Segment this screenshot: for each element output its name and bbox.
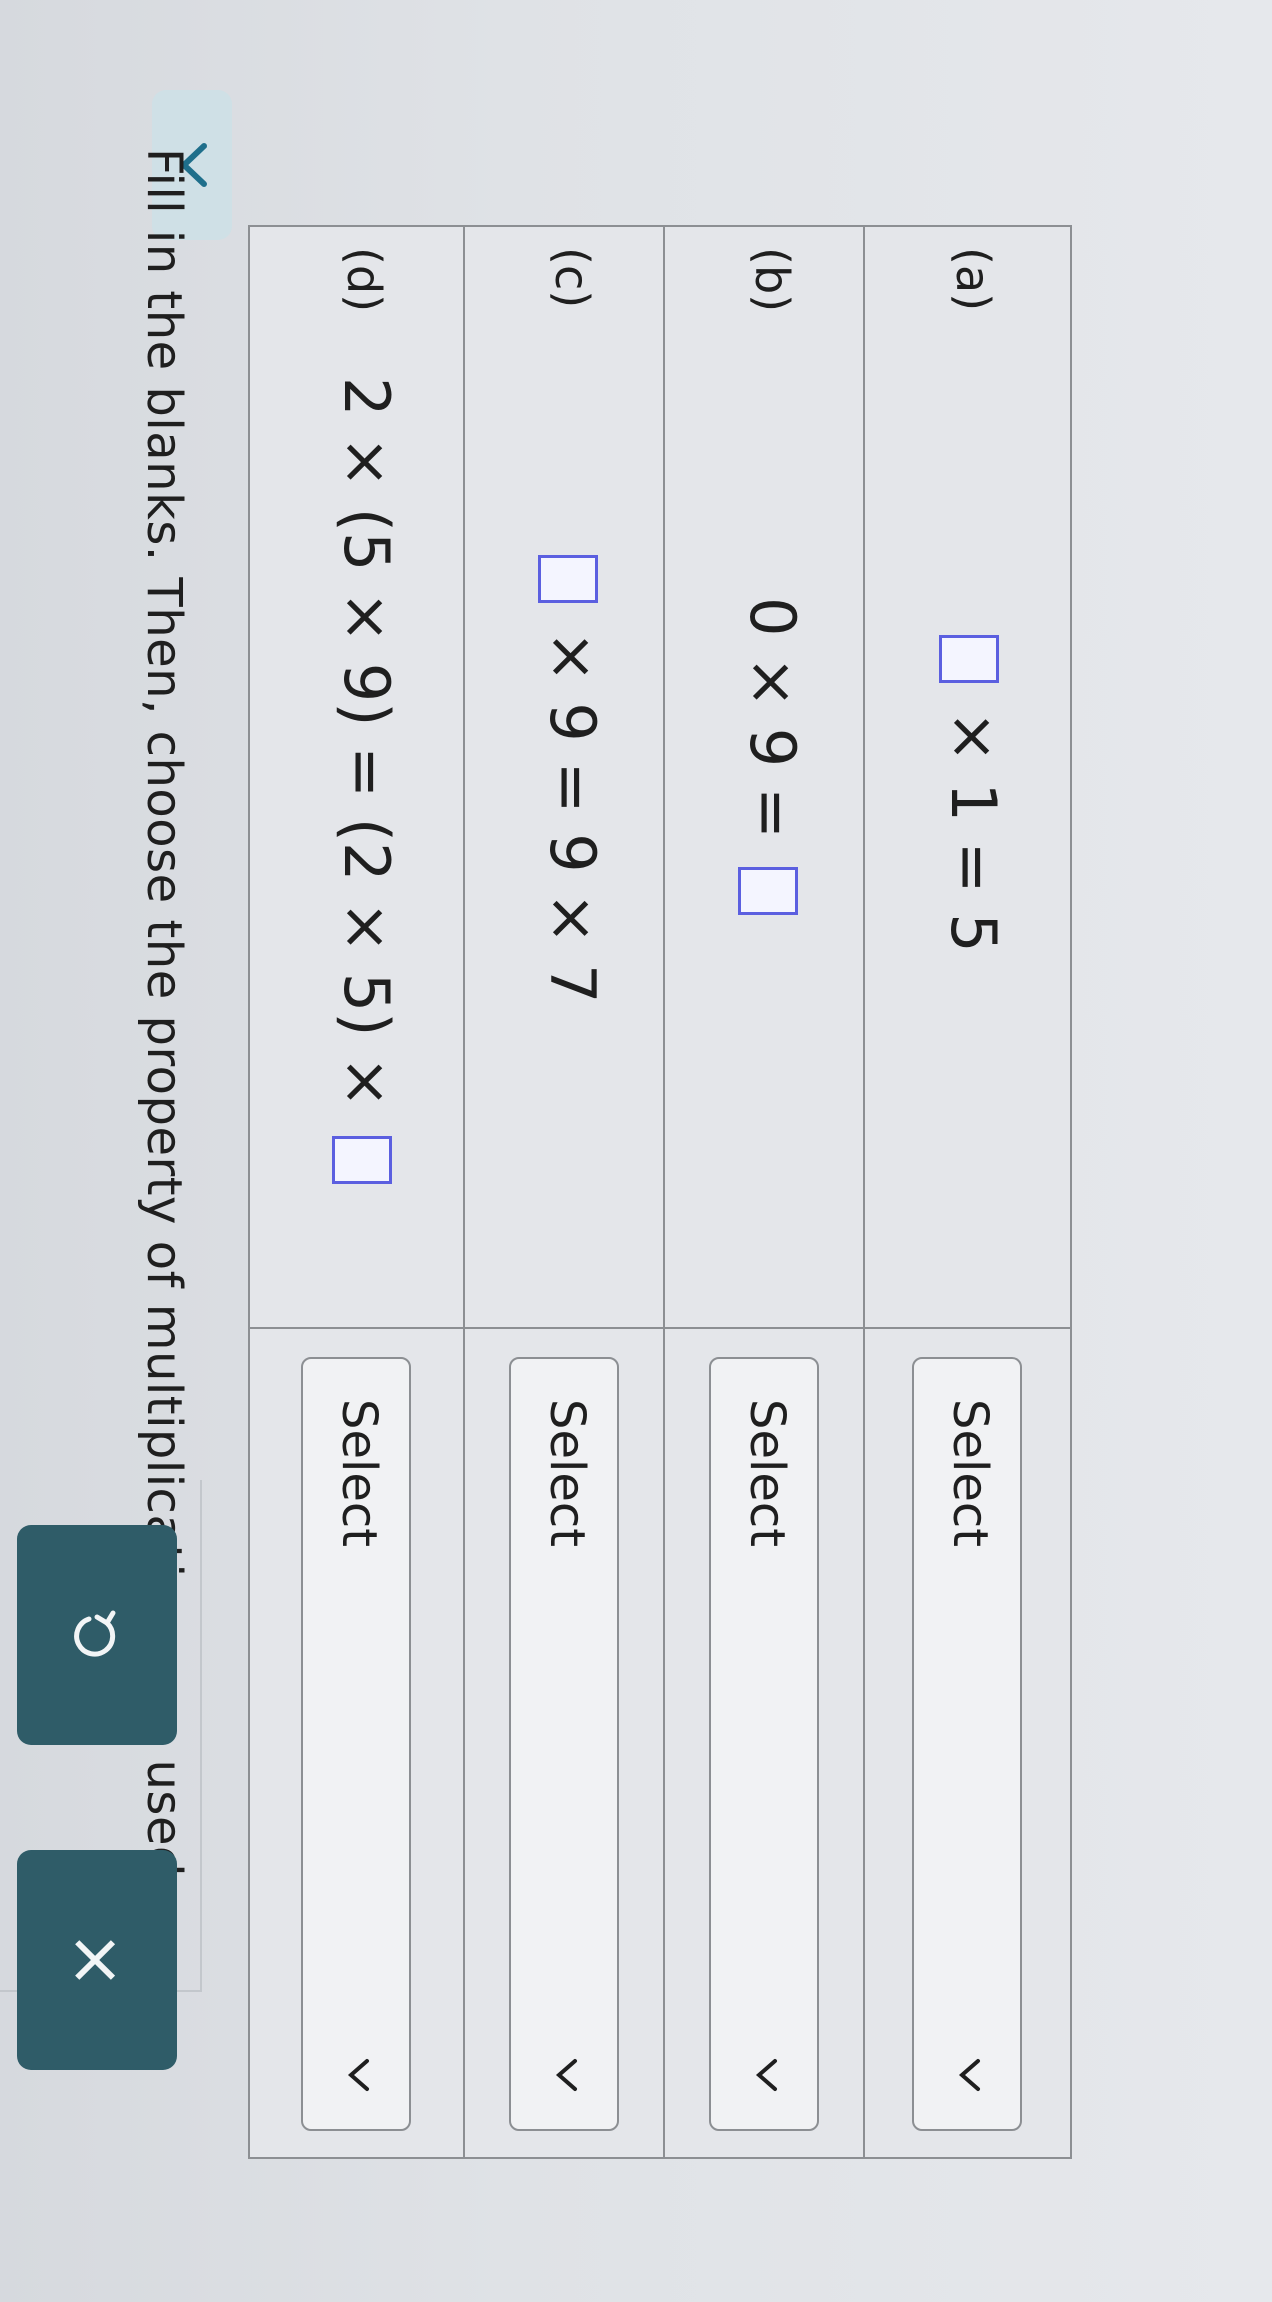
select-label: Select xyxy=(739,1399,795,1548)
expression: 2 × (5 × 9) = (2 × 5) × xyxy=(330,377,403,1192)
screen: Fill in the blanks. Then, choose the pro… xyxy=(0,0,1272,2302)
table-row: (b) 0 × 9 = Select xyxy=(663,227,865,2157)
expression-text: × 1 = 5 xyxy=(937,710,1010,953)
expression: × 9 = 9 × 7 xyxy=(536,547,609,1003)
table-row: (a) × 1 = 5 Select xyxy=(863,227,1070,2157)
property-select[interactable]: Select xyxy=(912,1357,1022,2131)
row-label: (c) xyxy=(545,247,599,309)
expression-text: × 9 = 9 × 7 xyxy=(536,630,609,1004)
answer-blank[interactable] xyxy=(538,555,599,603)
answer-blank[interactable] xyxy=(939,635,1000,683)
chevron-down-icon xyxy=(755,2059,777,2091)
select-label: Select xyxy=(539,1399,595,1548)
select-label: Select xyxy=(331,1399,387,1548)
answer-blank[interactable] xyxy=(738,866,799,915)
expression: × 1 = 5 xyxy=(937,627,1010,953)
chevron-down-icon xyxy=(555,2059,577,2091)
undo-button[interactable] xyxy=(17,1525,177,1745)
problem-table: (a) × 1 = 5 Select (b) 0 × 9 = Select (c… xyxy=(248,225,1072,2159)
expression-text: 2 × (5 × 9) = (2 × 5) × xyxy=(330,377,403,1109)
row-label: (a) xyxy=(946,247,1000,312)
select-label: Select xyxy=(942,1399,998,1548)
table-row: (c) × 9 = 9 × 7 Select xyxy=(463,227,665,2157)
table-row: (d) 2 × (5 × 9) = (2 × 5) × Select xyxy=(250,227,465,2157)
property-select[interactable]: Select xyxy=(301,1357,411,2131)
expression: 0 × 9 = xyxy=(736,597,809,923)
clear-button[interactable]: × xyxy=(17,1850,177,2070)
chevron-down-icon xyxy=(347,2059,369,2091)
answer-blank[interactable] xyxy=(332,1135,393,1184)
row-label: (b) xyxy=(745,247,799,313)
expression-text: 0 × 9 = xyxy=(736,597,809,839)
undo-icon xyxy=(74,1610,116,1657)
chevron-down-icon xyxy=(958,2059,980,2091)
row-label: (d) xyxy=(337,247,391,313)
property-select[interactable]: Select xyxy=(509,1357,619,2131)
property-select[interactable]: Select xyxy=(709,1357,819,2131)
